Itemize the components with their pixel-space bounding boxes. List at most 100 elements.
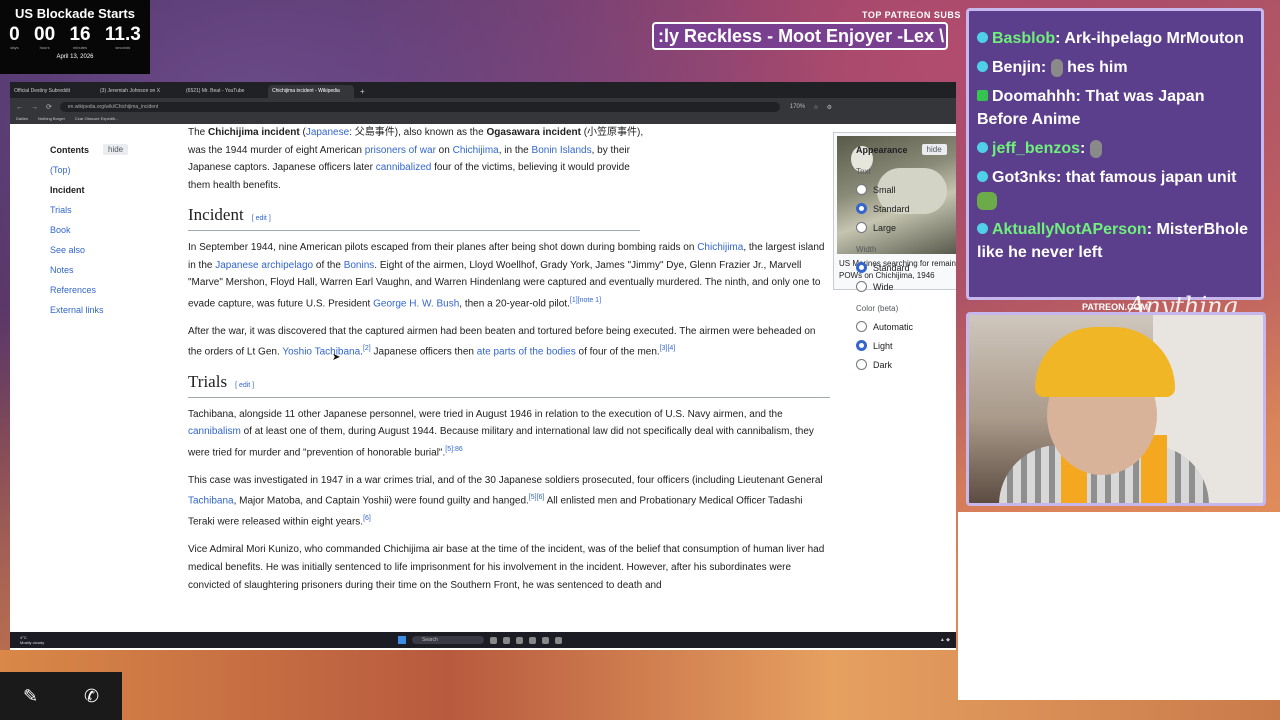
radio-color-dark[interactable]: Dark [856, 359, 956, 370]
phone-icon[interactable]: ✆ [84, 686, 99, 707]
forward-icon[interactable]: → [31, 104, 38, 111]
weather-widget[interactable]: 4°C Mostly cloudy [10, 635, 44, 645]
overlay-blank [958, 512, 1280, 700]
toc-item-top[interactable]: (Top) [50, 165, 170, 175]
countdown-digits: 0 days 00 hours 16 minutes 11.3 seconds [0, 21, 150, 51]
file-explorer-icon[interactable] [490, 636, 497, 644]
chat-message: Got3nks: that famous japan unit [977, 166, 1253, 212]
chat-message: jeff_benzos: [977, 137, 1253, 160]
radio-icon [856, 281, 867, 292]
link-japanese[interactable]: Japanese [306, 127, 349, 138]
text-size-label: Text [856, 167, 871, 176]
countdown-days: 0 days [9, 24, 20, 51]
link-ate-parts-of-bodies[interactable]: ate parts of the bodies [477, 347, 576, 358]
discord-icon[interactable] [542, 636, 549, 644]
new-tab-button[interactable]: + [354, 85, 371, 98]
toc-item-trials[interactable]: Trials [50, 205, 170, 215]
countdown-minutes: 16 minutes [69, 24, 91, 51]
taskbar-center: Search [398, 636, 562, 644]
taskbar: 4°C Mostly cloudy Search ▲ ◆ [10, 632, 956, 648]
radio-color-light[interactable]: Light [856, 340, 956, 351]
radio-color-automatic[interactable]: Automatic [856, 321, 956, 332]
radio-text-standard[interactable]: Standard [856, 203, 956, 214]
link-chichijima[interactable]: Chichijima [453, 145, 499, 156]
browser-tab[interactable]: Official Destiny Subreddit [10, 85, 96, 98]
emote-icon [1089, 139, 1102, 158]
link-bonins[interactable]: Bonins [344, 260, 375, 271]
radio-icon [856, 222, 867, 233]
countdown-widget: US Blockade Starts 0 days 00 hours 16 minut… [0, 0, 150, 74]
bookmark[interactable]: Dailies [16, 116, 28, 124]
link-yoshio-tachibana[interactable]: Yoshio Tachibana [282, 347, 360, 358]
link-george-hw-bush[interactable]: George H. W. Bush [373, 298, 459, 309]
link-prisoners-of-war[interactable]: prisoners of war [365, 145, 436, 156]
badge-icon [977, 32, 988, 43]
steam-icon[interactable] [529, 636, 536, 644]
address-bar: ← → ⟳ en.wikipedia.org/wiki/Chichijima_i… [10, 98, 956, 116]
radio-text-large[interactable]: Large [856, 222, 956, 233]
back-icon[interactable]: ← [16, 104, 23, 111]
badge-icon [977, 142, 988, 153]
url-input[interactable]: en.wikipedia.org/wiki/Chichijima_inciden… [59, 102, 780, 112]
link-cannibalism[interactable]: cannibalism [188, 426, 241, 437]
table-of-contents: Contents hide (Top) Incident Trials Book… [50, 144, 170, 315]
toc-item-references[interactable]: References [50, 285, 170, 295]
countdown-title: US Blockade Starts [15, 6, 135, 21]
citation[interactable]: [3][4] [660, 345, 676, 352]
link-japanese-archipelago[interactable]: Japanese archipelago [215, 260, 313, 271]
radio-icon [856, 321, 867, 332]
edit-link[interactable]: [ edit ] [235, 382, 254, 389]
edit-link[interactable]: [ edit ] [252, 215, 271, 222]
zoom-level[interactable]: 170% [790, 104, 805, 111]
browser-tab[interactable]: (3) Jeremiah Johnson on X [96, 85, 182, 98]
browser-tab-active[interactable]: Chichijima incident - Wikipedia [268, 85, 354, 98]
citation[interactable]: [2] [363, 345, 371, 352]
section-heading-trials: Trials[ edit ] [188, 373, 830, 398]
appearance-panel: Appearance hide Text Small Standard Larg… [856, 144, 956, 370]
countdown-date: April 13, 2026 [56, 54, 94, 60]
link-tachibana[interactable]: Tachibana [188, 496, 234, 507]
address-bar-actions: 170% ☆ ⚙ [790, 104, 832, 111]
citation[interactable]: [5]:86 [445, 446, 463, 453]
toc-item-external-links[interactable]: External links [50, 305, 170, 315]
chrome-icon[interactable] [555, 636, 562, 644]
reload-icon[interactable]: ⟳ [46, 103, 52, 111]
toc-hide-button[interactable]: hide [103, 144, 129, 155]
radio-width-wide[interactable]: Wide [856, 281, 956, 292]
link-bonin-islands[interactable]: Bonin Islands [532, 145, 592, 156]
citation[interactable]: [6] [363, 515, 371, 522]
link-cannibalized[interactable]: cannibalized [376, 162, 432, 173]
countdown-hours: 00 hours [34, 24, 56, 51]
extensions-icon[interactable]: ⚙ [827, 104, 832, 111]
radio-icon [856, 359, 867, 370]
radio-width-standard[interactable]: Standard [856, 262, 956, 273]
browser-window: Official Destiny Subreddit (3) Jeremiah … [10, 82, 956, 650]
bookmarks-bar: Dailies Nothing Burger Czar Obscure Expe… [10, 116, 956, 124]
bookmark[interactable]: Czar Obscure Expediti... [75, 116, 118, 124]
browser-tab[interactable]: (6521) Mr. Beat - YouTube [182, 85, 268, 98]
toc-item-notes[interactable]: Notes [50, 265, 170, 275]
windows-start-icon[interactable] [398, 636, 406, 644]
appearance-hide-button[interactable]: hide [921, 144, 947, 155]
badge-icon [977, 223, 988, 234]
countdown-seconds: 11.3 seconds [104, 24, 141, 51]
link-chichijima[interactable]: Chichijima [697, 242, 743, 253]
citation[interactable]: [5][6] [529, 494, 545, 501]
bookmark[interactable]: Nothing Burger [38, 116, 65, 124]
trials-paragraph: Vice Admiral Mori Kunizo, who commanded … [188, 544, 825, 591]
system-tray[interactable]: ▲ ◆ [940, 637, 950, 643]
browser-icon[interactable] [503, 636, 510, 644]
toc-item-book[interactable]: Book [50, 225, 170, 235]
radio-text-small[interactable]: Small [856, 184, 956, 195]
app-icon[interactable] [516, 636, 523, 644]
toc-item-see-also[interactable]: See also [50, 245, 170, 255]
width-label: Width [856, 245, 877, 254]
mic-muted-icon[interactable]: ✎ [23, 686, 38, 707]
radio-selected-icon [856, 340, 867, 351]
citation[interactable]: [1][note 1] [570, 297, 601, 304]
toc-item-incident[interactable]: Incident [50, 185, 170, 195]
taskbar-search[interactable]: Search [412, 636, 484, 644]
trials-paragraph: This case was investigated in 1947 in a … [188, 474, 823, 528]
star-icon[interactable]: ☆ [813, 104, 818, 111]
appearance-header: Appearance hide [856, 144, 956, 155]
